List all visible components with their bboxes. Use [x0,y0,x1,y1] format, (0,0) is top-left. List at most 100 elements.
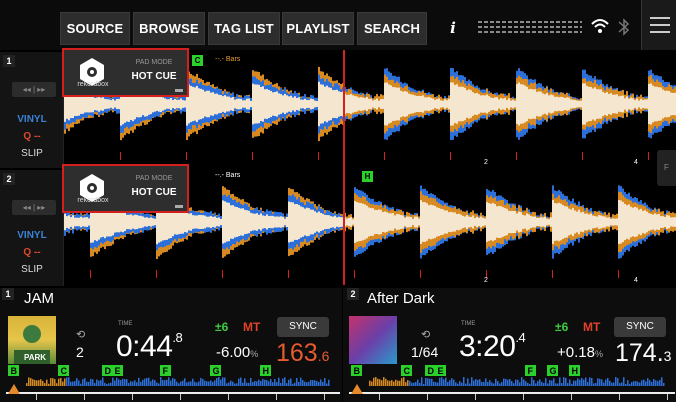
waveform-band-high [282,216,284,228]
beat-tick [420,270,421,278]
deck2-sync-button[interactable]: SYNC [614,317,666,337]
deck2-quantize[interactable]: Q -- [0,247,64,258]
deck2-transport[interactable]: ◂◂ | ▸▸ [12,200,56,215]
waveform-band-high [338,216,340,228]
waveform-band-high [378,209,380,235]
deck2-vinyl-mode[interactable]: VINYL [0,230,64,241]
waveform-band-high [296,98,298,110]
side-tab[interactable]: F [657,150,676,186]
overview-bar [210,380,212,386]
deck1-hot-cue-marker[interactable]: C [192,55,203,66]
overview-bar [571,383,573,386]
overview-bar [300,377,302,386]
waveform-band-high [368,207,370,237]
overview-bar [40,379,42,386]
overview-bar [126,379,128,386]
waveform-band-high [616,94,618,114]
overview-bar [76,378,78,386]
waveform-band-high [258,214,260,230]
pad-mode-more-icon [175,205,183,208]
overview-bar [597,378,599,386]
deck1-quantize[interactable]: Q -- [0,131,64,142]
deck1-number: 1 [3,55,15,67]
beat-tick [288,270,289,278]
deck1-loop-value: 2 [76,344,84,360]
waveform-band-high [232,97,234,111]
waveform-band-high [392,87,394,121]
waveform-band-high [558,97,560,111]
overview-bar [515,379,517,386]
waveform-band-high [376,98,378,110]
waveform-band-high [572,99,574,109]
deck1-pad-mode-button[interactable]: rekordbox PAD MODE HOT CUE [62,48,189,97]
overview-bar [425,377,427,386]
overview-bar [423,383,425,386]
overview-bar [519,382,521,386]
waveform-band-high [638,209,640,235]
menu-button[interactable] [641,0,676,50]
overview-bar [204,380,206,386]
waveform-band-high [284,93,286,115]
waveform-band-high [270,90,272,118]
overview-tick [571,394,572,400]
overview-bar [625,383,627,386]
waveform-band-high [634,100,636,108]
playlist-button[interactable]: PLAYLIST [282,12,354,45]
source-button[interactable]: SOURCE [60,12,130,45]
waveform-band-high [320,212,322,232]
wifi-icon [591,19,609,33]
waveform-band-high [636,98,638,110]
waveform-band-high [514,211,516,233]
waveform-band-high [596,216,598,228]
waveform-band-high [574,210,576,234]
waveform-band-high [332,90,334,118]
waveform-band-high [280,216,282,228]
waveform-band-high [452,82,454,126]
waveform-band-high [160,95,162,113]
overview-bar [557,383,559,386]
overview-bar [461,382,463,386]
deck2-hot-cue-marker[interactable]: H [362,171,373,182]
info-icon[interactable]: i [446,19,460,37]
waveform-band-high [364,204,366,240]
overview-bar [587,382,589,386]
deck2-pad-mode-button[interactable]: rekordbox PAD MODE HOT CUE [62,164,189,213]
waveform-band-high [458,213,460,231]
tag-list-button[interactable]: TAG LIST [208,12,280,45]
waveform-band-high [122,211,124,233]
deck2-master-tempo[interactable]: MT [583,320,600,334]
overview-bar [641,380,643,386]
waveform-band-high [478,217,480,227]
waveform-band-high [156,97,158,111]
waveform-band-high [278,216,280,228]
waveform-band-high [380,209,382,235]
waveform-band-high [180,210,182,234]
browse-button[interactable]: BROWSE [133,12,205,45]
deck1-transport[interactable]: ◂◂ | ▸▸ [12,82,56,97]
search-button[interactable]: SEARCH [357,12,427,45]
overview-bar [369,380,371,386]
deck2-panel: 2 ◂◂ | ▸▸ VINYL Q -- SLIP [0,170,64,286]
waveform-band-high [648,213,650,231]
waveform-band-high [380,99,382,109]
deck1-overview-strip[interactable]: B C DE F G H [6,364,340,400]
waveform-band-high [184,211,186,233]
deck1-sync-button[interactable]: SYNC [277,317,329,337]
deck2-slip[interactable]: SLIP [0,264,64,275]
waveform-band-high [626,205,628,239]
overview-bar [663,382,665,386]
deck1-vinyl-mode[interactable]: VINYL [0,114,64,125]
waveform-band-high [634,207,636,237]
waveform-band-high [152,95,154,113]
deck1-master-tempo[interactable]: MT [243,320,260,334]
deck1-loop-icon: ⟲ [76,329,86,341]
overview-bar [655,380,657,386]
overview-tick [36,394,37,400]
overview-bar [280,382,282,386]
deck1-slip[interactable]: SLIP [0,148,64,159]
waveform-band-high [462,215,464,229]
overview-tick [619,394,620,400]
deck2-overview-strip[interactable]: B C DE F G H [349,364,675,400]
waveform-band-high [310,209,312,235]
waveform-band-high [414,216,416,228]
